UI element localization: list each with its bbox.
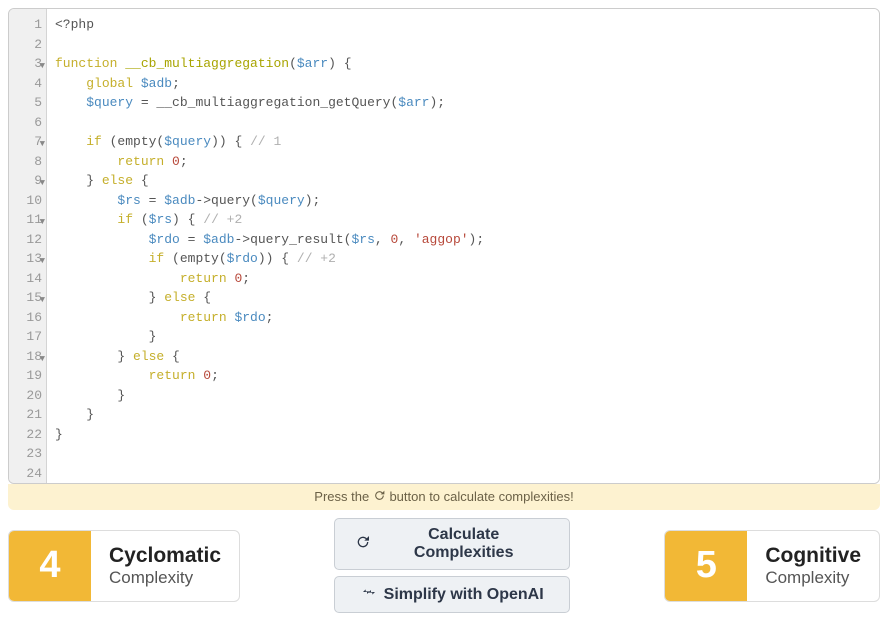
line-number: 8 [9,152,42,172]
cyclomatic-sub: Complexity [109,568,221,588]
line-number: 13▼ [9,249,42,269]
code-line[interactable] [55,35,871,55]
code-line[interactable]: $rdo = $adb->query_result($rs, 0, 'aggop… [55,230,871,250]
hint-text-pre: Press the [314,489,373,504]
line-number: 9▼ [9,171,42,191]
code-line[interactable]: return 0; [55,269,871,289]
line-gutter: 123▼4567▼89▼1011▼1213▼1415▼161718▼192021… [9,9,47,483]
hint-banner: Press the button to calculate complexiti… [8,484,880,510]
cognitive-score: 5 [665,531,747,601]
code-line[interactable]: return 0; [55,366,871,386]
line-number: 17 [9,327,42,347]
code-line[interactable]: } [55,386,871,406]
code-line[interactable]: global $adb; [55,74,871,94]
line-number: 6 [9,113,42,133]
code-line[interactable]: <?php [55,15,871,35]
line-number: 1 [9,15,42,35]
line-number: 2 [9,35,42,55]
code-editor[interactable]: 123▼4567▼89▼1011▼1213▼1415▼161718▼192021… [8,8,880,484]
code-line[interactable]: return 0; [55,152,871,172]
code-line[interactable] [55,444,871,464]
calculate-label: Calculate Complexities [378,526,549,562]
simplify-icon [361,584,377,605]
line-number: 11▼ [9,210,42,230]
line-number: 15▼ [9,288,42,308]
simplify-label: Simplify with OpenAI [384,586,544,604]
code-line[interactable]: } [55,405,871,425]
code-line[interactable]: if ($rs) { // +2 [55,210,871,230]
line-number: 21 [9,405,42,425]
code-area[interactable]: <?php function __cb_multiaggregation($ar… [47,9,879,483]
line-number: 23 [9,444,42,464]
cognitive-title: Cognitive [765,544,861,568]
code-line[interactable]: } else { [55,171,871,191]
action-buttons: Calculate Complexities Simplify with Ope… [334,518,570,613]
line-number: 12 [9,230,42,250]
cyclomatic-score: 4 [9,531,91,601]
line-number: 4 [9,74,42,94]
line-number: 14 [9,269,42,289]
bottom-bar: 4 Cyclomatic Complexity Calculate Comple… [0,518,888,621]
line-number: 7▼ [9,132,42,152]
code-line[interactable]: } [55,425,871,445]
code-line[interactable] [55,113,871,133]
code-line[interactable]: } else { [55,288,871,308]
line-number: 22 [9,425,42,445]
line-number: 16 [9,308,42,328]
code-line[interactable]: } [55,327,871,347]
line-number: 20 [9,386,42,406]
line-number: 3▼ [9,54,42,74]
code-line[interactable]: } else { [55,347,871,367]
cognitive-card: 5 Cognitive Complexity [664,530,880,602]
code-line[interactable]: $query = __cb_multiaggregation_getQuery(… [55,93,871,113]
code-line[interactable]: function __cb_multiaggregation($arr) { [55,54,871,74]
cyclomatic-title: Cyclomatic [109,544,221,568]
refresh-icon [355,534,371,555]
line-number: 24 [9,464,42,484]
code-line[interactable]: if (empty($rdo)) { // +2 [55,249,871,269]
line-number: 10 [9,191,42,211]
hint-text-post: button to calculate complexities! [389,489,573,504]
code-line[interactable]: if (empty($query)) { // 1 [55,132,871,152]
calculate-button[interactable]: Calculate Complexities [334,518,570,570]
code-line[interactable]: return $rdo; [55,308,871,328]
line-number: 18▼ [9,347,42,367]
code-line[interactable] [55,464,871,484]
line-number: 5 [9,93,42,113]
simplify-button[interactable]: Simplify with OpenAI [334,576,570,613]
cognitive-sub: Complexity [765,568,861,588]
code-line[interactable]: $rs = $adb->query($query); [55,191,871,211]
line-number: 19 [9,366,42,386]
cyclomatic-card: 4 Cyclomatic Complexity [8,530,240,602]
refresh-icon [373,489,386,505]
